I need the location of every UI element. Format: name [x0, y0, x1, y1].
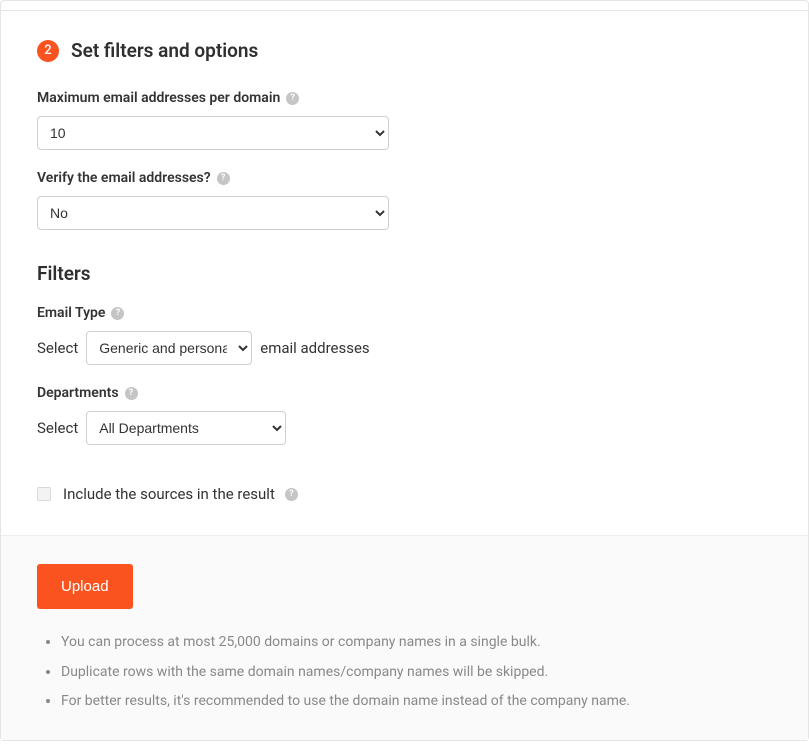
filters-title: Filters: [37, 262, 772, 285]
max-emails-select[interactable]: 10: [37, 116, 389, 150]
include-sources-label: Include the sources in the result ?: [63, 485, 298, 503]
note-item: You can process at most 25,000 domains o…: [61, 633, 772, 653]
max-emails-label: Maximum email addresses per domain ?: [37, 90, 772, 106]
note-item: For better results, it's recommended to …: [61, 692, 772, 712]
include-sources-label-text: Include the sources in the result: [63, 485, 275, 503]
upload-button[interactable]: Upload: [37, 564, 133, 609]
email-type-label: Email Type ?: [37, 305, 772, 321]
departments-label-text: Departments: [37, 385, 119, 401]
help-icon[interactable]: ?: [111, 307, 124, 320]
note-item: Duplicate rows with the same domain name…: [61, 663, 772, 683]
departments-label: Departments ?: [37, 385, 772, 401]
email-type-label-text: Email Type: [37, 305, 105, 321]
help-icon[interactable]: ?: [125, 387, 138, 400]
verify-select[interactable]: No: [37, 196, 389, 230]
max-emails-label-text: Maximum email addresses per domain: [37, 90, 280, 106]
help-icon[interactable]: ?: [286, 92, 299, 105]
step-number-badge: 2: [37, 40, 59, 62]
email-type-suffix: email addresses: [260, 339, 369, 357]
upload-notes: You can process at most 25,000 domains o…: [37, 633, 772, 712]
section-title: Set filters and options: [71, 39, 258, 62]
help-icon[interactable]: ?: [217, 172, 230, 185]
include-sources-checkbox[interactable]: [37, 487, 51, 501]
verify-label-text: Verify the email addresses?: [37, 170, 211, 186]
section-header: 2 Set filters and options: [37, 39, 772, 62]
verify-label: Verify the email addresses? ?: [37, 170, 772, 186]
departments-prefix: Select: [37, 419, 78, 437]
help-icon[interactable]: ?: [285, 488, 298, 501]
email-type-select[interactable]: Generic and personal: [86, 331, 252, 365]
email-type-prefix: Select: [37, 339, 78, 357]
departments-select[interactable]: All Departments: [86, 411, 286, 445]
